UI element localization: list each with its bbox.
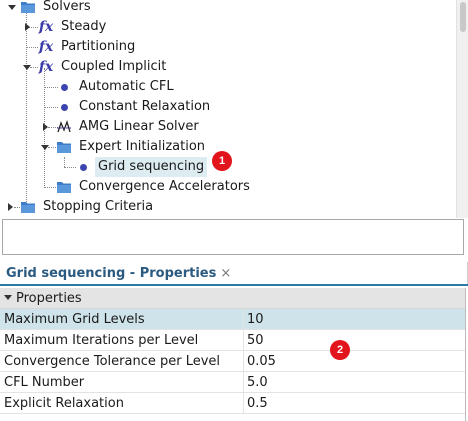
tree-item-label: AMG Linear Solver [79,119,199,134]
tree-item-label: Grid sequencing [95,157,208,177]
property-value[interactable]: 50 [244,330,466,350]
tree-item-label: Convergence Accelerators [79,179,250,194]
tree-bottom-field [2,219,464,255]
tree-item-label: Steady [61,19,107,34]
property-value[interactable]: 10 [244,309,466,329]
collapse-toggle-icon[interactable] [22,62,32,72]
tree-item-label: Constant Relaxation [79,99,211,114]
properties-group-header[interactable]: Properties [0,288,466,309]
solver-icon [56,119,72,135]
fx-icon: fx [38,19,54,35]
tree-connector [26,12,27,208]
tree-item-partitioning[interactable]: fx Partitioning [38,37,138,57]
property-name: Explicit Relaxation [0,393,244,413]
tab-grid-sequencing-properties[interactable]: Grid sequencing - Properties × [0,262,238,284]
property-row-cfl-number[interactable]: CFL Number 5.0 [0,372,466,393]
tree-item-label: Coupled Implicit [61,59,167,74]
folder-icon [56,139,72,155]
tree-item-steady[interactable]: fx Steady [38,17,109,37]
fx-icon: fx [38,39,54,55]
property-row-convergence-tolerance-per-level[interactable]: Convergence Tolerance per Level 0.05 [0,351,466,372]
close-icon[interactable]: × [220,266,231,281]
callout-badge-2: 2 [330,340,350,360]
tree-item-label: Stopping Criteria [43,199,154,214]
collapse-toggle-icon[interactable] [40,142,50,152]
properties-tab-bar: Grid sequencing - Properties × [0,262,468,286]
folder-icon [56,179,72,195]
tree-item-grid-sequencing[interactable]: Grid sequencing [75,157,208,177]
property-row-maximum-grid-levels[interactable]: Maximum Grid Levels 10 [0,309,466,330]
collapse-triangle-icon [4,288,12,309]
expand-toggle-icon[interactable] [5,202,15,212]
tree-vertical-scrollbar[interactable] [456,0,468,218]
fx-icon: fx [38,59,54,75]
panel-edge [465,288,466,421]
tree-item-label: Partitioning [61,39,136,54]
scrollbar-thumb[interactable] [460,2,466,32]
tree-item-label: Expert Initialization [79,139,206,154]
dot-icon [75,159,91,175]
tree-item-convergence-accelerators[interactable]: Convergence Accelerators [56,177,253,197]
tree-item-coupled-implicit[interactable]: fx Coupled Implicit [38,57,169,77]
tree-item-constant-relaxation[interactable]: Constant Relaxation [56,97,213,117]
property-name: Maximum Grid Levels [0,309,244,329]
group-label: Properties [16,290,82,306]
property-row-explicit-relaxation[interactable]: Explicit Relaxation 0.5 [0,393,466,414]
folder-icon [20,199,36,215]
dot-icon [56,99,72,115]
property-name: CFL Number [0,372,244,392]
tab-title: Grid sequencing - Properties [6,265,217,281]
tree-viewport: Solvers fx Steady fx Partitioning fx Cou… [0,0,456,218]
folder-icon [20,0,36,15]
dot-icon [56,79,72,95]
tree-item-label: Automatic CFL [79,79,174,94]
property-value[interactable]: 5.0 [244,372,466,392]
property-value[interactable]: 0.05 [244,351,466,371]
expand-toggle-icon[interactable] [40,122,50,132]
tree-item-solvers[interactable]: Solvers [20,0,94,17]
tree-item-expert-initialization[interactable]: Expert Initialization [56,137,208,157]
callout-badge-1: 1 [212,151,232,171]
property-row-maximum-iterations-per-level[interactable]: Maximum Iterations per Level 50 [0,330,466,351]
tree-item-automatic-cfl[interactable]: Automatic CFL [56,77,177,97]
tree-item-amg-linear-solver[interactable]: AMG Linear Solver [56,117,202,137]
tree-connector [26,47,38,48]
simulation-tree-panel: Solvers fx Steady fx Partitioning fx Cou… [0,0,468,258]
tree-item-stopping-criteria[interactable]: Stopping Criteria [20,197,156,217]
tree-connector [64,157,65,167]
property-name: Convergence Tolerance per Level [0,351,244,371]
expand-toggle-icon[interactable] [22,22,32,32]
tree-item-label: Solvers [43,0,91,14]
properties-table: Properties Maximum Grid Levels 10 Maximu… [0,288,466,414]
property-value[interactable]: 0.5 [244,393,466,413]
property-name: Maximum Iterations per Level [0,330,244,350]
collapse-toggle-icon[interactable] [7,2,17,12]
